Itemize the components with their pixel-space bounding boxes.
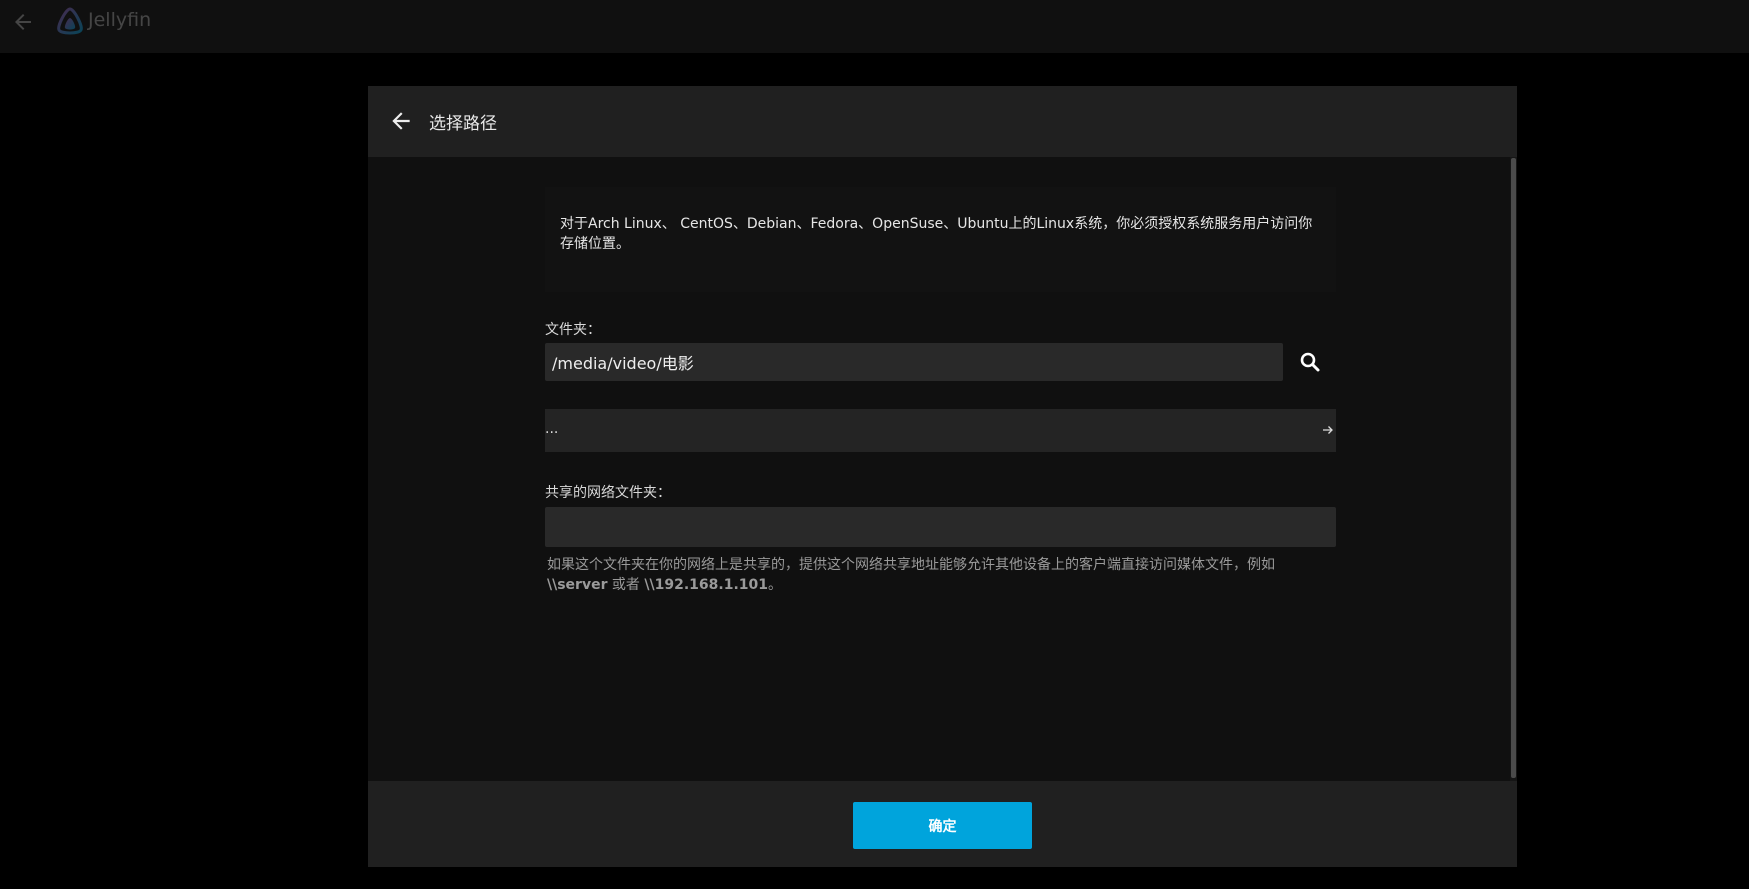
network-share-label: 共享的网络文件夹： — [545, 485, 671, 501]
folder-path-input[interactable] — [545, 343, 1283, 381]
select-path-dialog: 选择路径 对于Arch Linux、 CentOS、Debian、Fedora、… — [368, 86, 1517, 867]
folder-label: 文件夹： — [545, 322, 601, 338]
app-header: Jellyfin — [0, 0, 1749, 53]
directory-list-item[interactable]: ... — [545, 409, 1336, 452]
dialog-footer: 确定 — [368, 781, 1517, 867]
back-arrow-icon[interactable] — [11, 10, 35, 34]
network-share-help-prefix: 如果这个文件夹在你的网络上是共享的，提供这个网络共享地址能够允许其他设备上的客户… — [547, 557, 1275, 573]
network-share-help-middle: 或者 — [607, 577, 645, 593]
dialog-header: 选择路径 — [368, 86, 1517, 157]
arrow-right-icon — [1323, 426, 1333, 434]
directory-name: ... — [545, 421, 559, 437]
ok-button[interactable]: 确定 — [853, 802, 1032, 849]
network-share-input[interactable] — [545, 507, 1336, 547]
brand-name: Jellyfin — [88, 9, 152, 31]
network-share-example-server: \\server — [547, 577, 608, 593]
scrollbar-thumb[interactable] — [1511, 158, 1516, 778]
network-share-example-ip: \\192.168.1.101 — [644, 577, 768, 593]
network-share-help-suffix: 。 — [767, 577, 782, 593]
network-share-help-text: 如果这个文件夹在你的网络上是共享的，提供这个网络共享地址能够允许其他设备上的客户… — [547, 555, 1332, 595]
jellyfin-logo-icon[interactable] — [55, 6, 85, 36]
dialog-back-arrow-icon[interactable] — [388, 108, 414, 134]
info-text: 对于Arch Linux、 CentOS、Debian、Fedora、OpenS… — [560, 216, 1313, 252]
search-icon[interactable] — [1294, 346, 1326, 378]
dialog-title: 选择路径 — [429, 114, 497, 134]
